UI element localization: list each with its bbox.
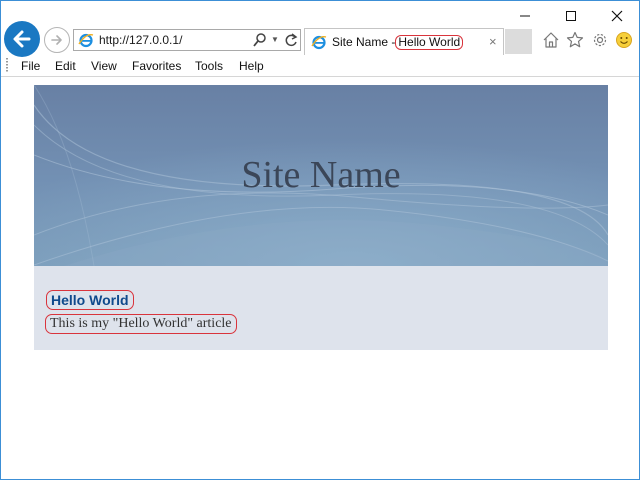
close-window-button[interactable]	[594, 1, 639, 31]
article-body: This is my "Hello World" article	[45, 314, 237, 334]
tab-ie-icon	[311, 35, 327, 50]
maximize-icon	[566, 11, 576, 21]
smiley-icon[interactable]	[615, 31, 633, 49]
search-icon[interactable]	[252, 32, 268, 48]
maximize-button[interactable]	[548, 1, 594, 31]
tab-title-highlight: Hello World	[395, 35, 464, 50]
menu-edit[interactable]: Edit	[55, 59, 76, 73]
menu-bar: File Edit View Favorites Tools Help	[1, 55, 639, 77]
tab-title-prefix: Site Name -	[332, 35, 396, 49]
article-section: Hello World This is my "Hello World" art…	[34, 266, 608, 350]
gear-icon[interactable]	[591, 31, 609, 49]
back-arrow-icon	[13, 30, 31, 48]
menu-favorites[interactable]: Favorites	[132, 59, 181, 73]
address-text[interactable]: http://127.0.0.1/	[99, 32, 182, 48]
address-dropdown-icon[interactable]: ▼	[271, 32, 279, 48]
menu-grip	[6, 58, 8, 73]
article-title[interactable]: Hello World	[46, 290, 134, 310]
back-button[interactable]	[4, 21, 40, 57]
tab-close-icon[interactable]: ×	[489, 34, 497, 50]
tab-site-name[interactable]: Site Name - Hello World ×	[304, 28, 504, 55]
star-icon[interactable]	[566, 31, 584, 49]
menu-view[interactable]: View	[91, 59, 117, 73]
close-icon	[611, 10, 623, 22]
home-icon[interactable]	[542, 31, 560, 49]
menu-tools[interactable]: Tools	[195, 59, 223, 73]
site-name-heading: Site Name	[241, 154, 401, 196]
tab-title: Site Name - Hello World	[332, 35, 464, 50]
browser-window: http://127.0.0.1/ ▼ Site Name - Hello Wo…	[0, 0, 640, 480]
forward-arrow-icon	[51, 35, 62, 45]
minimize-icon	[520, 15, 530, 17]
minimize-button[interactable]	[502, 1, 548, 31]
site-banner: Site Name	[34, 85, 608, 266]
forward-button[interactable]	[44, 27, 70, 53]
menu-file[interactable]: File	[21, 59, 40, 73]
refresh-icon[interactable]	[284, 32, 298, 48]
new-tab-button[interactable]	[505, 29, 532, 54]
menu-help[interactable]: Help	[239, 59, 264, 73]
address-bar[interactable]: http://127.0.0.1/ ▼	[73, 29, 301, 51]
ie-page-icon	[78, 33, 94, 48]
